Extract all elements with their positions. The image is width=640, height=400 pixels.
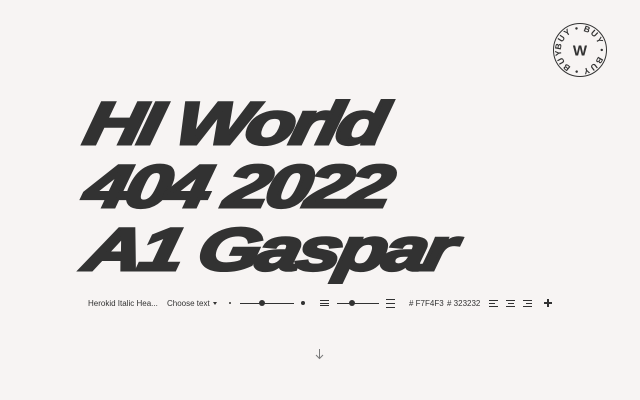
- arrow-down-icon[interactable]: [314, 347, 325, 360]
- line-height-slider-thumb[interactable]: [348, 300, 355, 306]
- type-tester-toolbar: Herokid Italic Hea... Choose text # F7F4…: [0, 292, 640, 314]
- specimen-line-3[interactable]: A1 Gaspar: [77, 214, 640, 284]
- line-height-tight-icon[interactable]: [320, 292, 329, 314]
- plus-icon: [544, 299, 552, 307]
- specimen-line-2[interactable]: 404 2022: [77, 151, 640, 221]
- specimen-line-1[interactable]: HI World: [77, 88, 640, 158]
- size-large-icon[interactable]: [301, 292, 305, 314]
- line-height-slider[interactable]: [337, 292, 379, 314]
- align-center-icon[interactable]: [506, 292, 515, 314]
- align-right-icon[interactable]: [523, 292, 532, 314]
- font-selector[interactable]: Herokid Italic Hea...: [88, 292, 158, 314]
- line-height-slider-track: [337, 302, 379, 304]
- choose-text-dropdown[interactable]: Choose text: [167, 292, 217, 314]
- type-specimen[interactable]: HI World 404 2022 A1 Gaspar: [77, 88, 606, 284]
- background-color-value[interactable]: # F7F4F3: [409, 292, 444, 314]
- font-size-slider-thumb[interactable]: [258, 300, 265, 306]
- align-left-icon[interactable]: [489, 292, 498, 314]
- size-small-icon[interactable]: [229, 292, 231, 314]
- buy-badge-letter: W: [573, 43, 588, 60]
- line-height-loose-icon[interactable]: [386, 292, 395, 314]
- font-size-slider-track: [240, 302, 294, 304]
- add-tester-button[interactable]: [544, 292, 552, 314]
- choose-text-label: Choose text: [167, 298, 210, 308]
- font-size-slider[interactable]: [240, 292, 294, 314]
- caret-down-icon: [212, 301, 217, 305]
- buy-badge[interactable]: BUY • BUY • BUY • BUY • W: [552, 22, 608, 78]
- buy-badge-icon: BUY • BUY • BUY • BUY • W: [552, 22, 607, 77]
- text-color-value[interactable]: # 323232: [447, 292, 480, 314]
